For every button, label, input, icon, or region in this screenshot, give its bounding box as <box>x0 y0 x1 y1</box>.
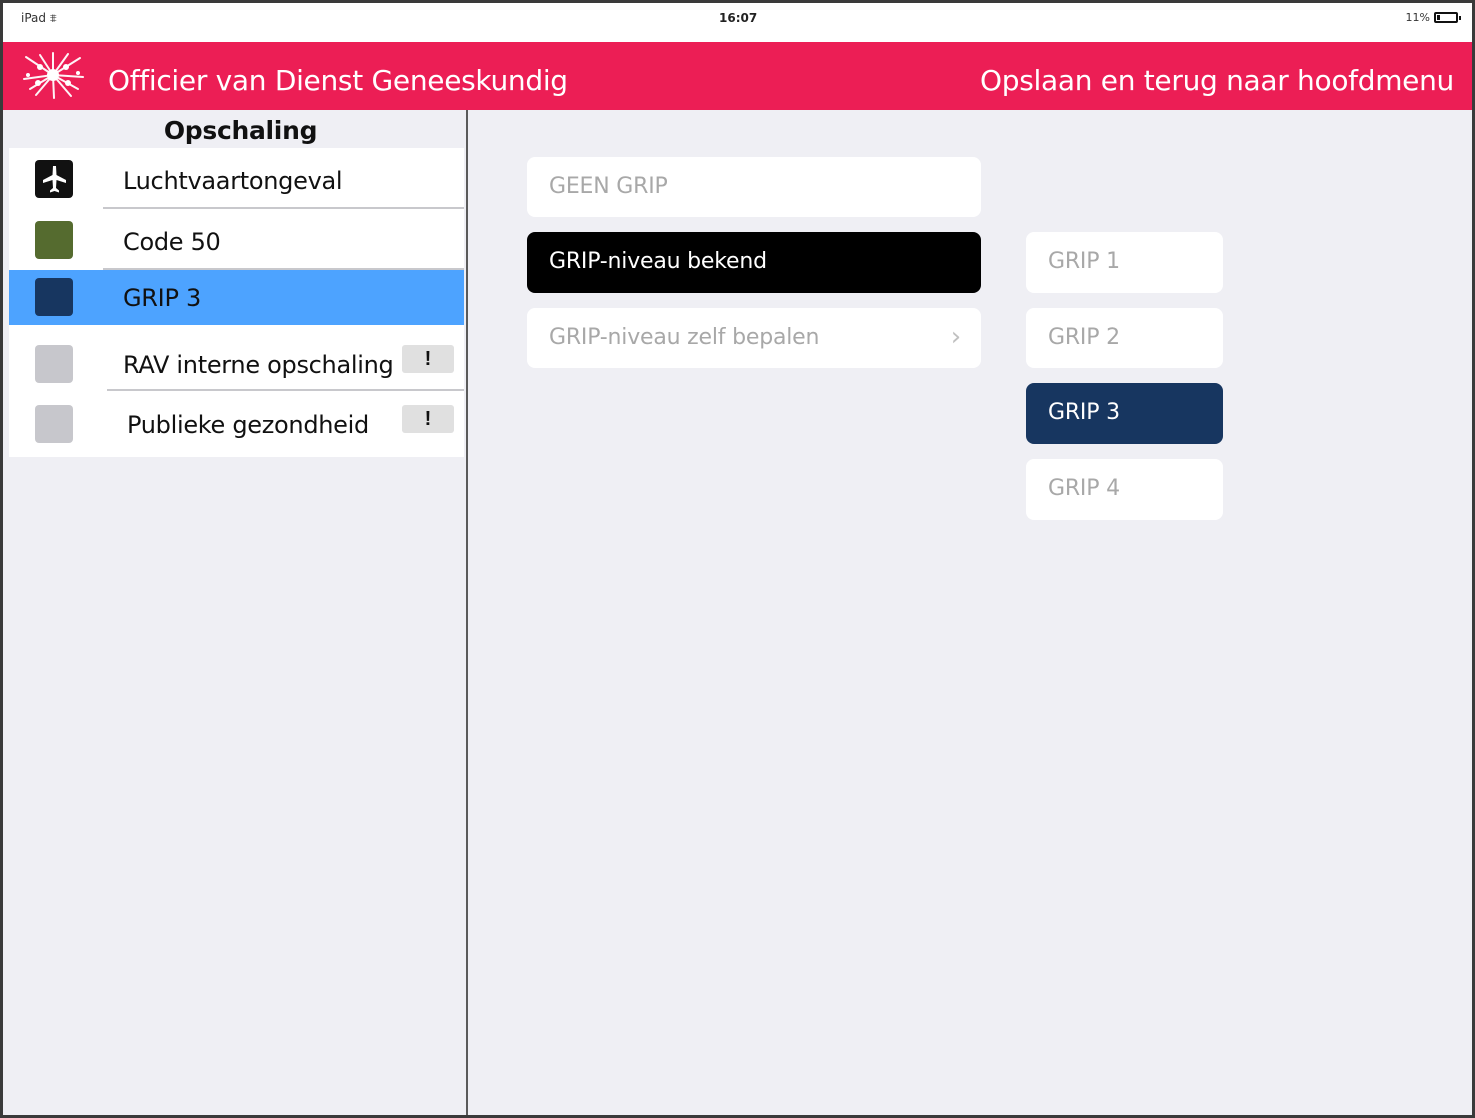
option-label: GEEN GRIP <box>549 174 668 199</box>
sidebar-list: Luchtvaartongeval Code 50 GRIP 3 RAV int… <box>9 148 464 457</box>
sidebar-item-luchtvaartongeval[interactable]: Luchtvaartongeval <box>9 148 464 209</box>
sidebar-heading: Opschaling <box>163 116 318 145</box>
alert-badge: ! <box>402 405 454 433</box>
option-geen-grip[interactable]: GEEN GRIP <box>527 157 981 217</box>
option-label: GRIP-niveau bekend <box>549 249 767 274</box>
grip-level-label: GRIP 2 <box>1048 325 1120 350</box>
grip-level-label: GRIP 3 <box>1048 400 1120 425</box>
sidebar-item-label: GRIP 3 <box>123 284 201 312</box>
color-swatch <box>35 221 73 259</box>
battery-percent: 11% <box>1405 11 1430 24</box>
grip-level-2[interactable]: GRIP 2 <box>1026 308 1223 368</box>
save-and-back-button[interactable]: Opslaan en terug naar hoofdmenu <box>980 64 1454 97</box>
sidebar-item-label: Publieke gezondheid <box>127 411 369 439</box>
sidebar: Opschaling Luchtvaartongeval Code 50 GRI… <box>3 110 468 1115</box>
airplane-icon <box>35 160 73 198</box>
battery-icon <box>1434 12 1461 23</box>
sidebar-item-grip-3[interactable]: GRIP 3 <box>9 270 464 325</box>
color-swatch <box>35 405 73 443</box>
sidebar-item-label: RAV interne opschaling <box>123 351 394 379</box>
sidebar-item-label: Code 50 <box>123 228 221 256</box>
option-label: GRIP-niveau zelf bepalen <box>549 325 820 350</box>
alert-badge: ! <box>402 345 454 373</box>
sidebar-item-rav-interne-opschaling[interactable]: RAV interne opschaling ! <box>9 325 464 391</box>
grip-level-4[interactable]: GRIP 4 <box>1026 459 1223 520</box>
sidebar-item-code-50[interactable]: Code 50 <box>9 209 464 270</box>
grip-level-label: GRIP 4 <box>1048 476 1120 501</box>
page-title: Officier van Dienst Geneeskundig <box>108 64 568 97</box>
status-right: 11% <box>1405 11 1461 24</box>
status-bar: iPad ⩨ 16:07 11% <box>3 3 1472 42</box>
grip-level-label: GRIP 1 <box>1048 249 1120 274</box>
color-swatch <box>35 278 73 316</box>
wifi-icon: ⩨ <box>49 11 57 25</box>
grip-level-3[interactable]: GRIP 3 <box>1026 383 1223 444</box>
app-header: Officier van Dienst Geneeskundig Opslaan… <box>3 42 1472 110</box>
color-swatch <box>35 345 73 383</box>
sidebar-item-publieke-gezondheid[interactable]: Publieke gezondheid ! <box>9 391 464 457</box>
grip-level-1[interactable]: GRIP 1 <box>1026 232 1223 293</box>
option-grip-niveau-bekend[interactable]: GRIP-niveau bekend <box>527 232 981 293</box>
status-carrier: iPad ⩨ <box>21 11 57 26</box>
status-time: 16:07 <box>719 11 758 25</box>
sidebar-item-label: Luchtvaartongeval <box>123 167 343 195</box>
chevron-right-icon: › <box>950 322 961 352</box>
carrier-label: iPad <box>21 11 47 25</box>
main-panel: GEEN GRIP GRIP-niveau bekend GRIP-niveau… <box>468 110 1472 1115</box>
logo-icon <box>16 49 90 101</box>
option-grip-niveau-zelf-bepalen[interactable]: GRIP-niveau zelf bepalen › <box>527 308 981 368</box>
